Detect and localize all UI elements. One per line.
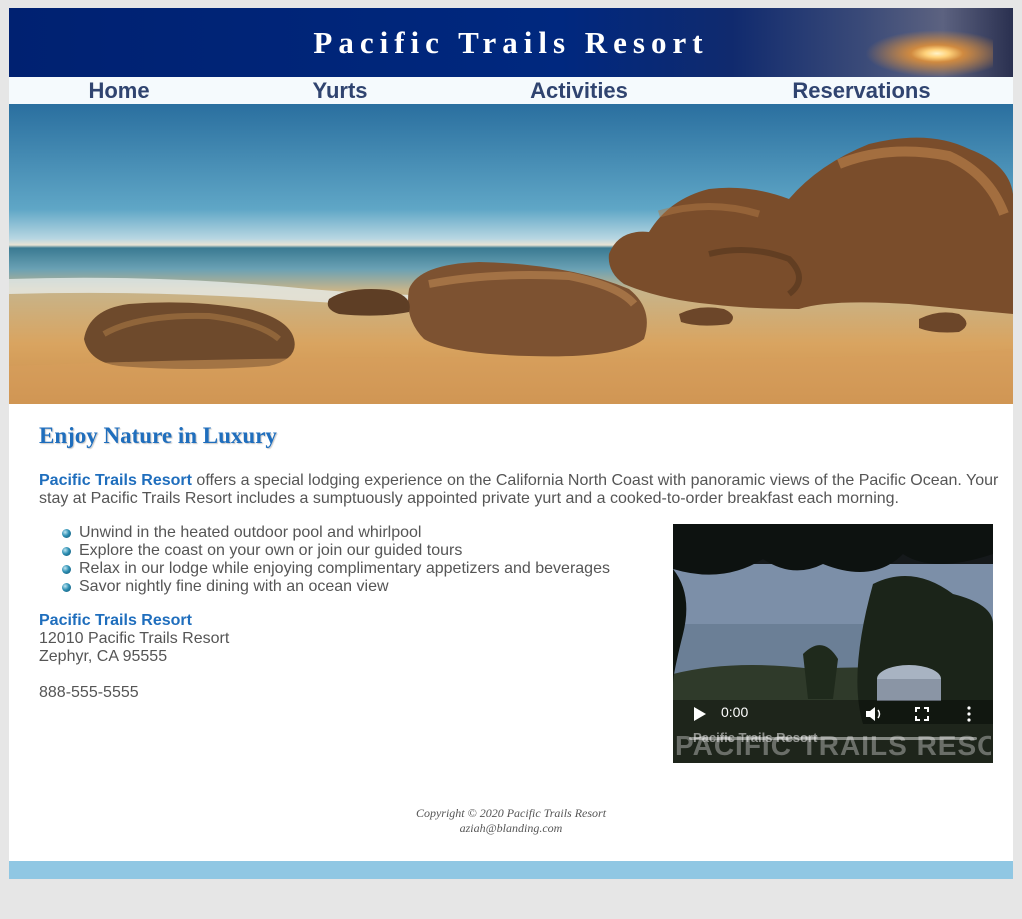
site-header: Pacific Trails Resort <box>9 8 1013 77</box>
list-item: Explore the coast on your own or join ou… <box>59 542 610 560</box>
feature-list: Unwind in the heated outdoor pool and wh… <box>59 524 610 596</box>
nav-yurts-link[interactable]: Yurts <box>290 77 390 104</box>
page-heading: Enjoy Nature in Luxury <box>39 423 277 448</box>
volume-icon[interactable] <box>865 706 883 722</box>
nav-reservations-link[interactable]: Reservations <box>779 77 944 104</box>
list-item: Savor nightly fine dining with an ocean … <box>59 578 610 596</box>
bullet-icon <box>62 547 71 556</box>
intro-paragraph: Pacific Trails Resort offers a special l… <box>39 472 999 508</box>
footer-email[interactable]: aziah@blanding.com <box>9 821 1013 836</box>
video-player[interactable]: PACIFIC TRAILS RESORT Pacific Trails Res… <box>673 524 993 763</box>
page-wrapper: Pacific Trails Resort Home Yurts Activit… <box>9 8 1013 879</box>
hero-image <box>9 104 1013 404</box>
list-item-text: Unwind in the heated outdoor pool and wh… <box>79 524 422 541</box>
main-nav: Home Yurts Activities Reservations <box>9 77 1013 104</box>
more-options-icon[interactable] <box>966 706 972 722</box>
bullet-icon <box>62 529 71 538</box>
video-progress-bar[interactable] <box>689 737 977 740</box>
list-item: Relax in our lodge while enjoying compli… <box>59 560 610 578</box>
site-footer: Copyright © 2020 Pacific Trails Resort a… <box>9 806 1013 836</box>
bullet-icon <box>62 565 71 574</box>
copyright-text: Copyright © 2020 Pacific Trails Resort <box>415 806 607 820</box>
list-item: Unwind in the heated outdoor pool and wh… <box>59 524 610 542</box>
address-block: Pacific Trails Resort 12010 Pacific Trai… <box>39 612 229 666</box>
site-title: Pacific Trails Resort <box>313 25 709 60</box>
list-item-text: Relax in our lodge while enjoying compli… <box>79 560 610 577</box>
video-controls: 0:00 <box>673 700 993 744</box>
fullscreen-icon[interactable] <box>915 707 929 721</box>
address-city: Zephyr, CA 95555 <box>39 648 168 665</box>
video-time: 0:00 <box>721 704 749 720</box>
play-icon[interactable] <box>693 706 707 722</box>
phone-number: 888-555-5555 <box>39 684 139 701</box>
list-item-text: Savor nightly fine dining with an ocean … <box>79 578 389 595</box>
nav-activities-link[interactable]: Activities <box>514 77 644 104</box>
list-item-text: Explore the coast on your own or join ou… <box>79 542 463 559</box>
bullet-icon <box>62 583 71 592</box>
intro-brand-name: Pacific Trails Resort <box>39 472 192 489</box>
bottom-bar <box>9 861 1013 879</box>
nav-home-link[interactable]: Home <box>69 77 169 104</box>
address-name: Pacific Trails Resort <box>39 612 192 629</box>
address-street: 12010 Pacific Trails Resort <box>39 630 230 647</box>
